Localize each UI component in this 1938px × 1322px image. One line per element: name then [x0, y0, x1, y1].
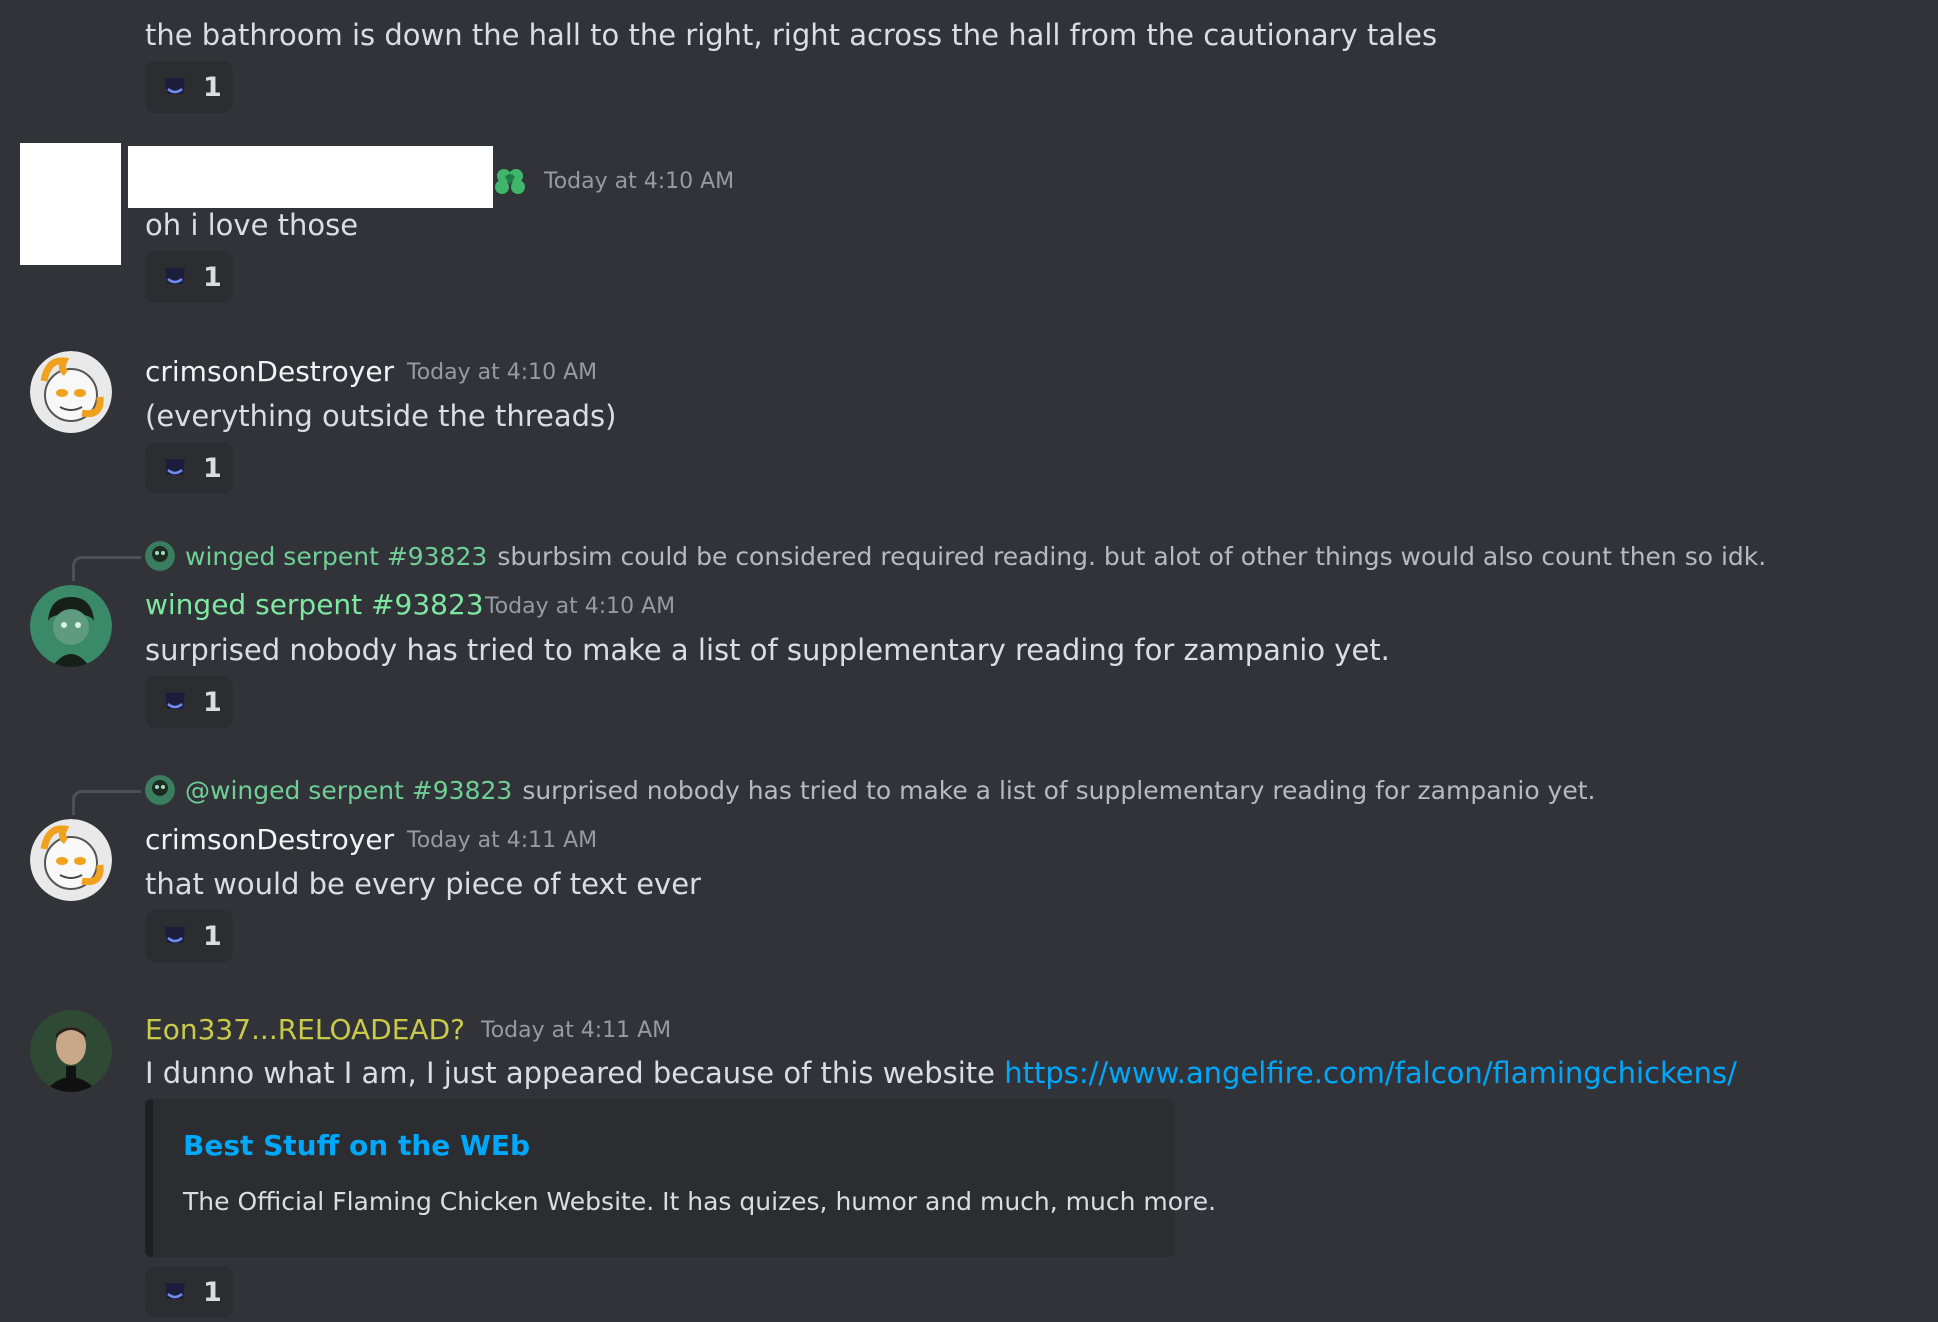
reply-text[interactable]: surprised nobody has tried to make a lis… — [522, 776, 1595, 805]
embed-description: The Official Flaming Chicken Website. It… — [183, 1187, 1217, 1216]
reaction-count: 1 — [203, 71, 222, 103]
username[interactable]: Eon337...RELOADEAD? — [145, 1012, 465, 1048]
reaction-count: 1 — [203, 1276, 222, 1308]
reply-avatar — [145, 775, 175, 805]
timestamp[interactable]: Today at 4:10 AM — [407, 358, 597, 388]
reply-connector — [72, 790, 141, 815]
avatar[interactable] — [30, 819, 112, 901]
username[interactable]: winged serpent #93823 — [145, 587, 484, 623]
hat-emoji-icon — [161, 1279, 189, 1305]
message-link[interactable]: https://www.angelfire.com/falcon/flaming… — [1004, 1056, 1737, 1090]
timestamp[interactable]: Today at 4:11 AM — [481, 1016, 671, 1046]
timestamp[interactable]: Today at 4:11 AM — [407, 826, 597, 856]
reaction-count: 1 — [203, 920, 222, 952]
message-text: that would be every piece of text ever — [145, 867, 701, 901]
reply-preview[interactable]: winged serpent #93823 sburbsim could be … — [145, 541, 1766, 571]
message-text: oh i love those — [145, 208, 359, 242]
username[interactable]: crimsonDestroyer — [145, 354, 394, 390]
timestamp[interactable]: Today at 4:10 AM — [544, 167, 734, 197]
username[interactable]: crimsonDestroyer — [145, 822, 394, 858]
reaction-button[interactable]: 1 — [145, 61, 233, 113]
hat-emoji-icon — [161, 689, 189, 715]
hat-emoji-icon — [161, 264, 189, 290]
link-embed: Best Stuff on the WEb The Official Flami… — [145, 1099, 1216, 1257]
message-text: (everything outside the threads) — [145, 399, 617, 433]
message-body: I dunno what I am, I just appeared becau… — [145, 1056, 1005, 1090]
reply-avatar — [145, 541, 175, 571]
message-text: the bathroom is down the hall to the rig… — [145, 18, 1438, 52]
hat-emoji-icon — [161, 923, 189, 949]
embed-title[interactable]: Best Stuff on the WEb — [183, 1129, 530, 1162]
clover-heart-icon — [492, 165, 528, 203]
username-redacted[interactable] — [128, 146, 493, 208]
reply-username[interactable]: winged serpent #93823 — [185, 542, 487, 571]
reaction-count: 1 — [203, 261, 222, 293]
hat-emoji-icon — [161, 74, 189, 100]
avatar[interactable] — [20, 143, 121, 265]
reaction-button[interactable]: 1 — [145, 910, 233, 962]
reaction-button[interactable]: 1 — [145, 442, 233, 494]
timestamp[interactable]: Today at 4:10 AM — [485, 592, 675, 622]
reaction-count: 1 — [203, 686, 222, 718]
hat-emoji-icon — [161, 455, 189, 481]
reply-text[interactable]: sburbsim could be considered required re… — [497, 542, 1766, 571]
reply-connector — [72, 556, 141, 581]
message-text: I dunno what I am, I just appeared becau… — [145, 1054, 1737, 1092]
avatar[interactable] — [30, 585, 112, 667]
reply-preview[interactable]: @winged serpent #93823 surprised nobody … — [145, 775, 1595, 805]
reaction-button[interactable]: 1 — [145, 1266, 233, 1318]
reply-mention[interactable]: @winged serpent #93823 — [185, 776, 512, 805]
reaction-button[interactable]: 1 — [145, 676, 233, 728]
reaction-button[interactable]: 1 — [145, 251, 233, 303]
avatar[interactable] — [30, 1010, 112, 1092]
reaction-count: 1 — [203, 452, 222, 484]
avatar[interactable] — [30, 351, 112, 433]
message-text: surprised nobody has tried to make a lis… — [145, 633, 1390, 667]
